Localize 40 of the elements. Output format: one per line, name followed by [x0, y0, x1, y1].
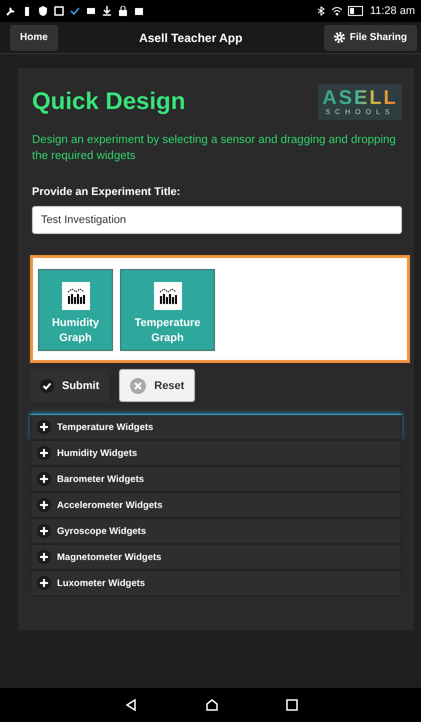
plus-icon: [37, 472, 51, 486]
page-title: Quick Design: [32, 88, 186, 116]
lock-icon: [118, 6, 128, 16]
accordion-header[interactable]: Luxometer Widgets: [30, 570, 402, 596]
accordion-header[interactable]: Temperature Widgets: [30, 414, 402, 440]
home-button[interactable]: Home: [10, 24, 58, 50]
accordion-header[interactable]: Gyroscope Widgets: [30, 518, 402, 544]
accordion-header[interactable]: Barometer Widgets: [30, 466, 402, 492]
file-sharing-button[interactable]: File Sharing: [324, 24, 417, 50]
plus-icon: [37, 498, 51, 512]
wifi-icon: [332, 6, 342, 16]
accordion-header[interactable]: Humidity Widgets: [30, 440, 402, 466]
plus-icon: [37, 446, 51, 460]
shield-icon: [38, 6, 48, 16]
status-time: 11:28 am: [370, 5, 415, 17]
plus-icon: [37, 524, 51, 538]
field-label: Provide an Experiment Title:: [32, 186, 182, 198]
recent-apps-icon[interactable]: [286, 699, 298, 711]
accordion-header[interactable]: Magnetometer Widgets: [30, 544, 402, 570]
download-icon: [102, 6, 112, 16]
bar-chart-icon: [62, 282, 90, 310]
battery-icon: [348, 6, 364, 16]
gear-icon: [334, 32, 345, 43]
reset-button[interactable]: Reset: [119, 369, 196, 402]
back-icon[interactable]: [124, 698, 138, 712]
wrench-icon: [6, 6, 16, 16]
plus-icon: [37, 420, 51, 434]
plus-icon: [37, 576, 51, 590]
app-title: Asell Teacher App: [138, 30, 244, 44]
close-icon: [130, 378, 146, 394]
check-icon: [70, 6, 80, 16]
bluetooth-icon: [316, 6, 326, 16]
submit-button[interactable]: Submit: [30, 369, 110, 402]
check-icon: [40, 378, 54, 392]
home-icon[interactable]: [204, 698, 218, 712]
description-text: Design an experiment by selecting a sensor and dragging and dropping the required widgets: [32, 133, 397, 164]
accordion-header[interactable]: Accelerometer Widgets: [30, 492, 402, 518]
bar-chart-icon: [154, 282, 182, 310]
title-input-field[interactable]: Test Investigation: [32, 206, 402, 234]
plus-icon: [37, 550, 51, 564]
